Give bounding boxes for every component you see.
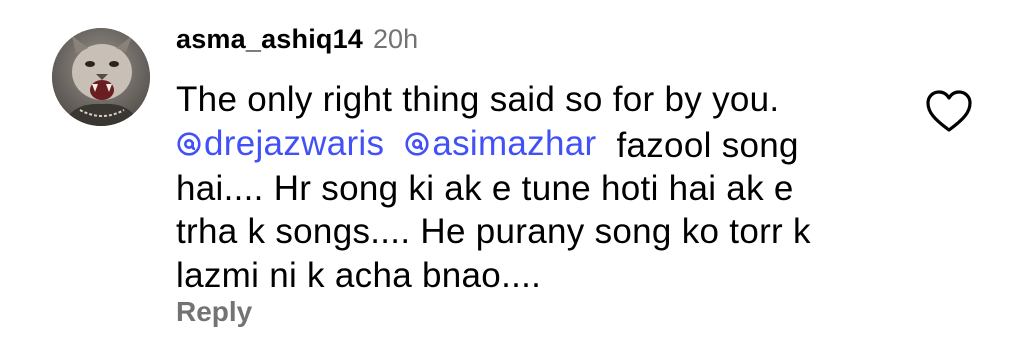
comment-item: asma_ashiq14 20h The only right thing sa… <box>0 0 1024 351</box>
comment-line-2-text: fazool song <box>616 125 799 165</box>
comment-line-1: The only right thing said so for by you. <box>176 80 780 119</box>
comment-line-5: lazmi ni k acha bnao.... <box>176 255 542 295</box>
reply-button[interactable]: Reply <box>176 296 252 328</box>
username[interactable]: asma_ashiq14 <box>176 24 363 55</box>
avatar[interactable] <box>52 28 150 126</box>
like-button[interactable] <box>924 88 974 134</box>
threads-at-icon <box>405 132 429 156</box>
mention-name: asimazhar <box>432 123 597 163</box>
mention-name: dreјazwaris <box>204 123 385 163</box>
comment-line-2: dreјazwaris asimazhar fazool song <box>176 122 896 167</box>
mention-link[interactable]: dreјazwaris <box>176 122 384 166</box>
heart-outline-icon <box>926 90 972 132</box>
comment-line-4: trha k songs.... He purany song ko torr … <box>176 212 811 252</box>
comment-header: asma_ashiq14 20h <box>176 24 418 62</box>
threads-at-icon <box>177 132 201 156</box>
cougar-avatar-icon <box>52 28 150 126</box>
timestamp: 20h <box>373 24 419 54</box>
comment-text: The only right thing said so for by you.… <box>176 78 896 297</box>
mention-link[interactable]: asimazhar <box>404 122 596 166</box>
comment-line-3: hai.... Hr song ki ak e tune hoti hai ak… <box>176 168 794 208</box>
